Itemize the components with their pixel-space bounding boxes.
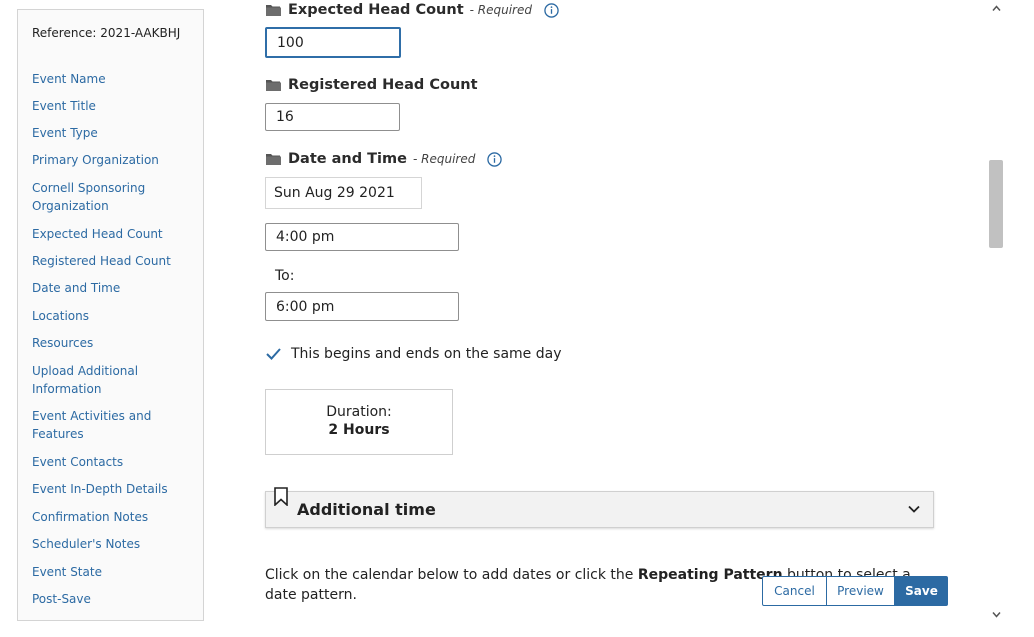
additional-time-title: Additional time <box>297 500 436 519</box>
sidebar-item-event-state[interactable]: Event State <box>32 563 197 581</box>
vertical-scrollbar[interactable] <box>988 0 1005 637</box>
reference-number: Reference: 2021-AAKBHJ <box>32 26 181 40</box>
window-edge <box>1005 0 1034 637</box>
folder-icon <box>266 5 281 16</box>
date-and-time-label: Date and Time - Required <box>265 149 503 169</box>
same-day-row: This begins and ends on the same day <box>265 345 562 362</box>
sidebar-item-event-type[interactable]: Event Type <box>32 124 197 142</box>
scrollbar-thumb[interactable] <box>989 160 1003 248</box>
registered-head-count-title: Registered Head Count <box>288 77 478 93</box>
duration-label: Duration: <box>326 404 392 420</box>
sidebar-item-registered-head-count[interactable]: Registered Head Count <box>32 252 197 270</box>
sidebar-item-event-contacts[interactable]: Event Contacts <box>32 453 197 471</box>
chevron-down-icon <box>908 505 920 513</box>
scroll-up-icon[interactable] <box>992 4 1001 13</box>
sidebar-item-post-save[interactable]: Post-Save <box>32 590 197 608</box>
duration-value: 2 Hours <box>328 422 390 438</box>
expected-head-count-input[interactable]: 100 <box>265 27 401 58</box>
preview-button[interactable]: Preview <box>827 576 895 606</box>
save-button[interactable]: Save <box>895 576 948 606</box>
registered-head-count-label: Registered Head Count <box>265 75 478 95</box>
sidebar-item-resources[interactable]: Resources <box>32 334 197 352</box>
instructions-bold: Repeating Pattern <box>637 567 783 583</box>
duration-box: Duration: 2 Hours <box>265 389 453 455</box>
folder-icon <box>266 154 281 165</box>
additional-time-accordion[interactable]: Additional time <box>265 487 934 528</box>
same-day-checkbox[interactable] <box>265 345 282 362</box>
sidebar-item-schedulers-notes[interactable]: Scheduler's Notes <box>32 535 197 553</box>
date-picker-field[interactable]: Sun Aug 29 2021 <box>265 177 422 209</box>
required-marker: - Required <box>412 152 476 166</box>
folder-icon <box>266 80 281 91</box>
sidebar-item-event-title[interactable]: Event Title <box>32 97 197 115</box>
instructions-part1: Click on the calendar below to add dates… <box>265 567 638 583</box>
expected-head-count-title: Expected Head Count <box>288 2 464 18</box>
action-button-group: Cancel Preview Save <box>762 576 948 606</box>
sidebar-item-date-and-time[interactable]: Date and Time <box>32 279 197 297</box>
sidebar-item-event-name[interactable]: Event Name <box>32 70 197 88</box>
sidebar-item-expected-head-count[interactable]: Expected Head Count <box>32 225 197 243</box>
bookmark-icon <box>274 487 288 506</box>
date-and-time-title: Date and Time <box>288 151 407 167</box>
sidebar-item-event-in-depth-details[interactable]: Event In-Depth Details <box>32 480 197 498</box>
cancel-button[interactable]: Cancel <box>762 576 827 606</box>
sidebar-item-primary-organization[interactable]: Primary Organization <box>32 151 197 169</box>
start-time-input[interactable]: 4:00 pm <box>265 223 459 251</box>
sidebar-item-confirmation-notes[interactable]: Confirmation Notes <box>32 508 197 526</box>
sidebar-item-upload-additional-information[interactable]: Upload Additional Information <box>32 362 197 398</box>
end-time-input[interactable]: 6:00 pm <box>265 292 459 321</box>
required-marker: - Required <box>469 3 532 17</box>
registered-head-count-input[interactable]: 16 <box>265 103 400 131</box>
expected-head-count-label: Expected Head Count - Required <box>265 0 559 20</box>
scroll-down-icon[interactable] <box>992 610 1001 619</box>
to-label: To: <box>275 268 295 284</box>
section-nav-sidebar: Reference: 2021-AAKBHJ Event Name Event … <box>17 9 204 621</box>
info-icon[interactable] <box>487 151 503 167</box>
sidebar-item-locations[interactable]: Locations <box>32 307 197 325</box>
same-day-label: This begins and ends on the same day <box>291 345 562 362</box>
sidebar-item-cornell-sponsoring-organization[interactable]: Cornell Sponsoring Organization <box>32 179 197 215</box>
sidebar-item-event-activities-and-features[interactable]: Event Activities and Features <box>32 407 197 443</box>
info-icon[interactable] <box>544 2 559 18</box>
